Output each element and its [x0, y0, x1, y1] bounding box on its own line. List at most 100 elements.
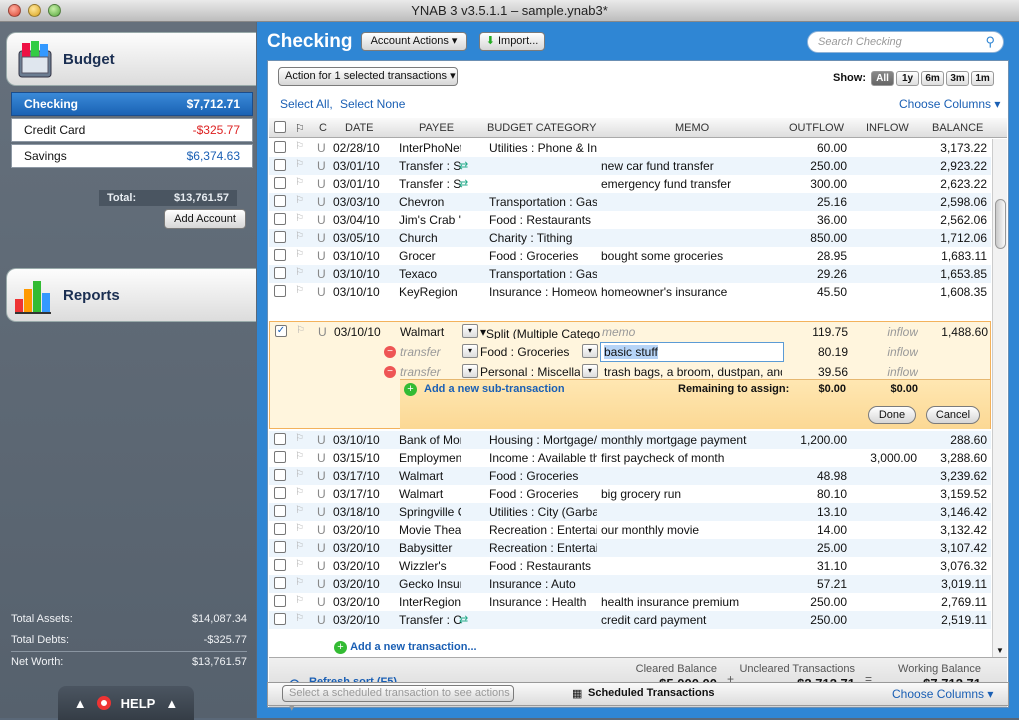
memo-cell[interactable]: homeowner's insurance — [601, 285, 781, 299]
payee-dropdown-button[interactable]: ▾ — [462, 324, 478, 338]
outflow-cell[interactable]: 31.10 — [785, 559, 847, 573]
row-checkbox[interactable] — [274, 451, 286, 463]
sub-category-cell[interactable]: Personal : Miscellan — [480, 365, 580, 379]
date-cell[interactable]: 03/20/10 — [333, 577, 393, 591]
row-checkbox[interactable] — [274, 159, 286, 171]
minimize-window-button[interactable] — [28, 4, 41, 17]
table-row[interactable]: ⚐ U 03/20/10 Transfer : Cre credit card paym… — [269, 611, 991, 629]
payee-cell[interactable]: InterPhoNet — [399, 141, 461, 155]
row-checkbox[interactable] — [274, 541, 286, 553]
cleared-status[interactable]: U — [317, 577, 326, 591]
budget-tile[interactable]: Budget — [6, 32, 256, 86]
show-6m-button[interactable]: 6m — [921, 71, 945, 86]
table-row[interactable]: ⚐ U 03/20/10 Wizzler's Food : Restaurants 31.… — [269, 557, 991, 575]
sub-payee-dropdown-button[interactable]: ▾ — [462, 364, 478, 378]
sub-category-cell[interactable]: Food : Groceries — [480, 345, 580, 359]
table-row[interactable]: ⚐ U 03/20/10 Gecko Insuranc Insurance : Auto… — [269, 575, 991, 593]
account-credit-card[interactable]: Credit Card -$325.77 — [11, 118, 253, 142]
cleared-status[interactable]: U — [317, 469, 326, 483]
category-cell[interactable]: Food : Restaurants — [489, 213, 597, 227]
table-row[interactable]: ⚐ U 03/10/10 Grocer Food : Groceries bought s… — [269, 247, 991, 265]
payee-cell[interactable]: Grocer — [399, 249, 461, 263]
inflow-cell[interactable]: 3,000.00 — [857, 451, 917, 465]
outflow-cell[interactable]: 29.26 — [785, 267, 847, 281]
payee-cell[interactable]: Springville City — [399, 505, 461, 519]
outflow-cell[interactable]: 57.21 — [785, 577, 847, 591]
scheduled-title[interactable]: Scheduled Transactions — [588, 687, 715, 699]
category-cell[interactable]: Transportation : Gas — [489, 195, 597, 209]
category-cell[interactable]: Utilities : City (Garbag — [489, 505, 597, 519]
payee-cell[interactable]: KeyRegion Insu — [399, 285, 461, 299]
category-cell[interactable]: Transportation : Gas — [489, 267, 597, 281]
category-cell[interactable]: Charity : Tithing — [489, 231, 597, 245]
cancel-button[interactable]: Cancel — [926, 406, 980, 424]
payee-cell[interactable]: Transfer : Cre — [399, 613, 461, 627]
row-checkbox[interactable] — [274, 433, 286, 445]
cleared-status[interactable]: U — [317, 505, 326, 519]
payee-cell[interactable]: Jim's Crab 'n Gr — [399, 213, 461, 227]
help-button[interactable]: ▲ HELP ▲ — [58, 686, 194, 720]
sub-transaction-row[interactable]: − transfer ▾ Food : Groceries ▾ basic st… — [270, 342, 992, 362]
outflow-cell[interactable]: 250.00 — [785, 595, 847, 609]
payee-cell[interactable]: InterRegion Hea — [399, 595, 461, 609]
date-cell[interactable]: 03/17/10 — [333, 469, 393, 483]
date-cell[interactable]: 03/10/10 — [333, 433, 393, 447]
row-checkbox[interactable] — [274, 285, 286, 297]
category-cell[interactable]: Utilities : Phone & Inte — [489, 141, 597, 155]
date-cell[interactable]: 03/20/10 — [333, 613, 393, 627]
select-all-link[interactable]: Select All, — [280, 97, 333, 111]
payee-cell[interactable]: Texaco — [399, 267, 461, 281]
sub-category-dropdown-button[interactable]: ▾ — [582, 344, 598, 358]
memo-placeholder[interactable]: memo — [602, 325, 635, 339]
table-row[interactable]: ⚐ U 03/01/10 Transfer : Sa emergency fund tr… — [269, 175, 991, 193]
category-cell[interactable]: Income : Available thi — [489, 451, 597, 465]
row-checkbox[interactable] — [274, 469, 286, 481]
outflow-cell[interactable]: 250.00 — [785, 159, 847, 173]
row-checkbox[interactable] — [274, 613, 286, 625]
remove-sub-icon[interactable]: − — [384, 346, 396, 358]
category-cell[interactable]: Insurance : Auto — [489, 577, 597, 591]
row-checkbox[interactable] — [274, 559, 286, 571]
choose-columns-link[interactable]: Choose Columns ▾ — [899, 97, 1000, 111]
row-checkbox[interactable] — [274, 231, 286, 243]
category-cell[interactable]: Food : Groceries — [489, 487, 597, 501]
date-cell[interactable]: 03/04/10 — [333, 213, 393, 227]
outflow-cell[interactable]: 14.00 — [785, 523, 847, 537]
row-checkbox[interactable] — [274, 577, 286, 589]
date-cell[interactable]: 03/15/10 — [333, 451, 393, 465]
add-transaction-row[interactable]: + Add a new transaction... — [334, 641, 477, 654]
date-cell[interactable]: 03/20/10 — [333, 595, 393, 609]
memo-cell[interactable]: big grocery run — [601, 487, 781, 501]
table-row[interactable]: ⚐ U 03/10/10 KeyRegion Insu Insurance : Home… — [269, 283, 991, 301]
table-row[interactable]: ⚐ U 03/04/10 Jim's Crab 'n Gr Food : Restaur… — [269, 211, 991, 229]
sub-inflow-placeholder[interactable]: inflow — [858, 365, 918, 379]
column-category[interactable]: BUDGET CATEGORY — [487, 122, 596, 134]
payee-cell[interactable]: Employment — [399, 451, 461, 465]
date-cell[interactable]: 03/01/10 — [333, 159, 393, 173]
table-row[interactable]: ⚐ U 03/20/10 Babysitter Recreation : Enterta… — [269, 539, 991, 557]
table-row[interactable]: ⚐ U 03/15/10 Employment Income : Available t… — [269, 449, 991, 467]
add-transaction-link[interactable]: Add a new transaction... — [350, 641, 477, 653]
table-row[interactable]: ⚐ U 03/18/10 Springville City Utilities : Ci… — [269, 503, 991, 521]
outflow-cell[interactable]: 25.00 — [785, 541, 847, 555]
memo-cell[interactable]: health insurance premium — [601, 595, 781, 609]
outflow-cell[interactable]: 850.00 — [785, 231, 847, 245]
show-all-button[interactable]: All — [871, 71, 895, 86]
category-cell[interactable]: Food : Groceries — [489, 249, 597, 263]
outflow-cell[interactable]: 48.98 — [785, 469, 847, 483]
column-date[interactable]: DATE — [345, 122, 374, 134]
account-checking[interactable]: Checking $7,712.71 — [11, 92, 253, 116]
sub-payee-cell[interactable]: transfer — [400, 345, 441, 359]
row-checkbox[interactable] — [274, 141, 286, 153]
cleared-status[interactable]: U — [317, 159, 326, 173]
category-cell[interactable]: Food : Groceries — [489, 469, 597, 483]
cleared-status[interactable]: U — [317, 213, 326, 227]
date-cell[interactable]: 03/18/10 — [333, 505, 393, 519]
payee-cell[interactable]: Chevron — [399, 195, 461, 209]
row-checkbox[interactable] — [274, 595, 286, 607]
cleared-status[interactable]: U — [317, 249, 326, 263]
outflow-cell[interactable]: 300.00 — [785, 177, 847, 191]
scheduled-choose-columns-link[interactable]: Choose Columns ▾ — [892, 687, 993, 701]
payee-cell[interactable]: Walmart — [399, 469, 461, 483]
cleared-status[interactable]: U — [317, 267, 326, 281]
